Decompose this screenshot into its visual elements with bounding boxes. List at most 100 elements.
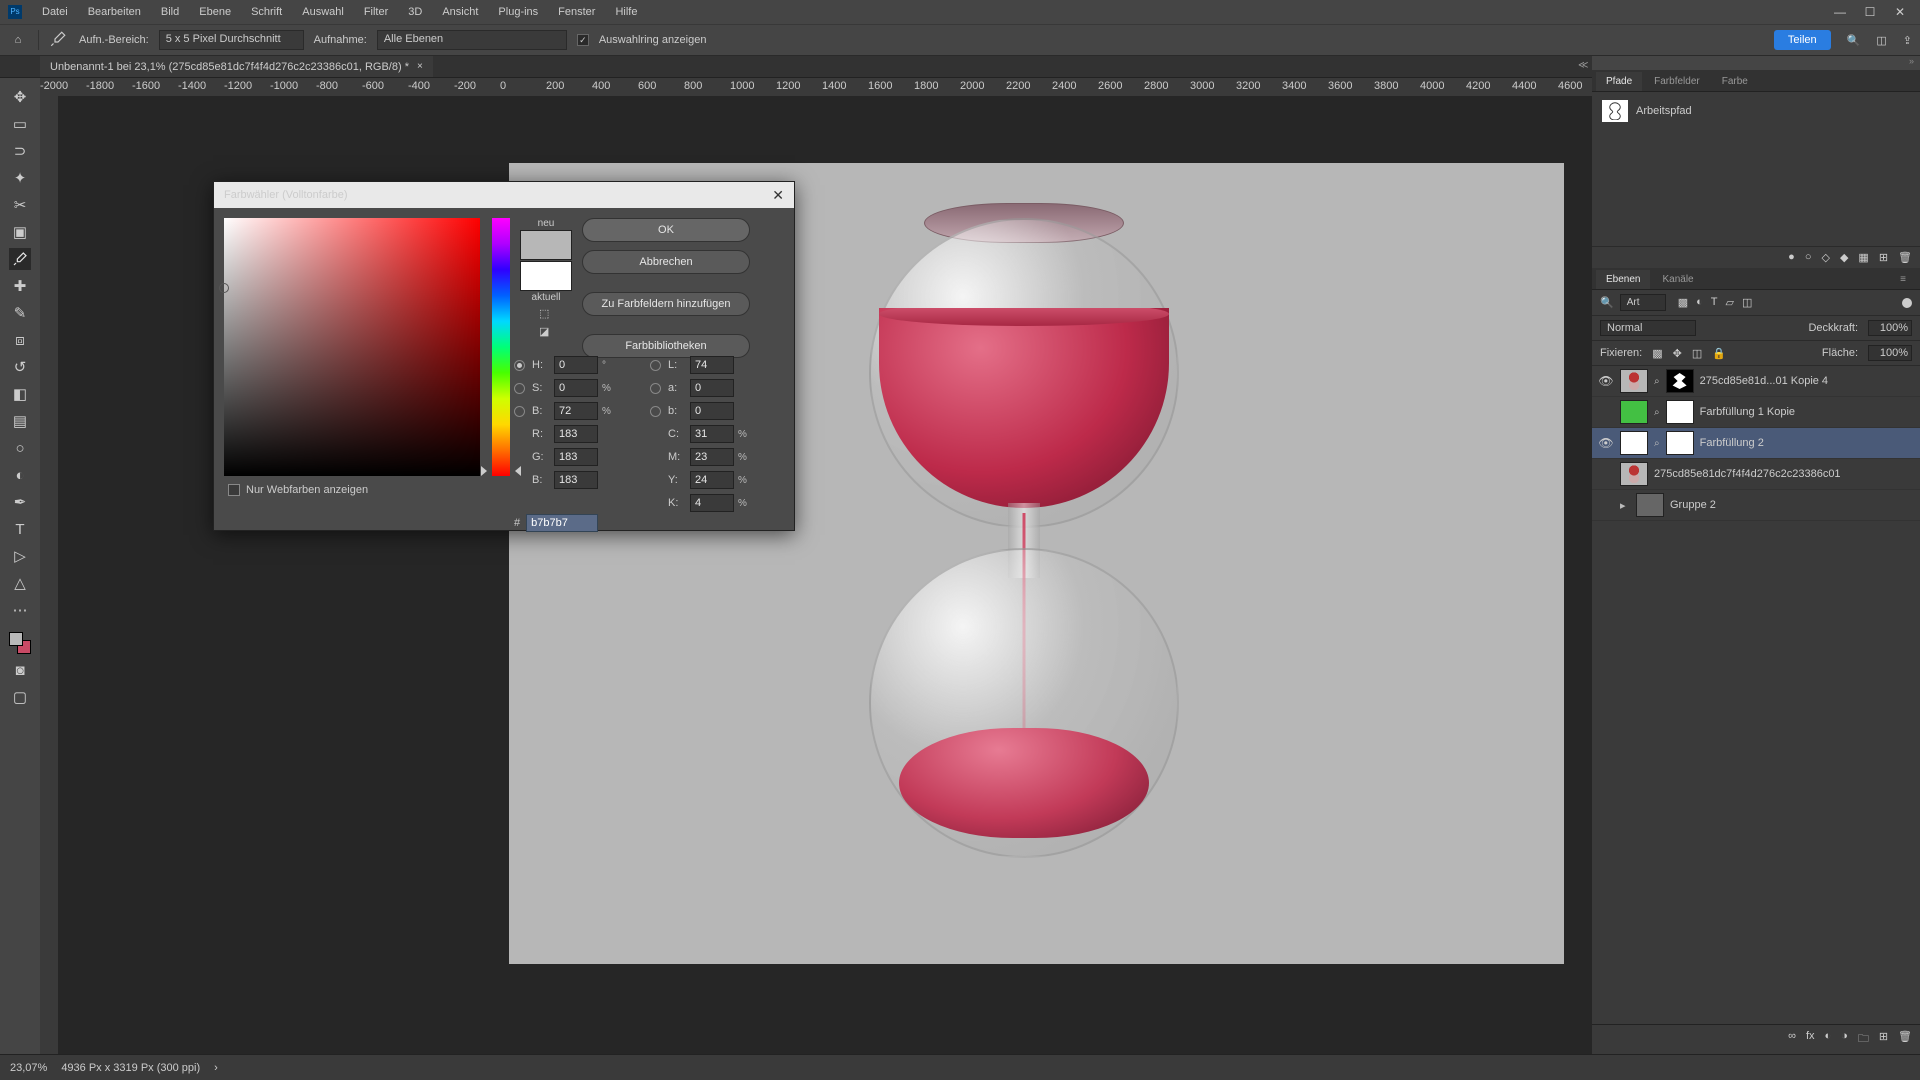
mask-icon[interactable]: ◐ — [1825, 1030, 1832, 1049]
home-icon[interactable]: ⌂ — [8, 30, 28, 50]
layer-name[interactable]: 275cd85e81dc7f4f4d276c2c23386c01 — [1654, 468, 1841, 480]
filter-search-icon[interactable]: 🔍 — [1600, 296, 1614, 309]
color-swatches[interactable] — [9, 632, 31, 654]
stroke-path-icon[interactable]: ○ — [1805, 251, 1812, 264]
quickmask-icon[interactable]: ◙ — [9, 659, 31, 681]
mask-path-icon[interactable]: ◆ — [1840, 251, 1848, 264]
bc-input[interactable] — [554, 471, 598, 489]
current-color-swatch[interactable] — [520, 261, 572, 291]
shape-tool-icon[interactable]: △ — [9, 572, 31, 594]
mask-thumb[interactable] — [1666, 400, 1694, 424]
blend-mode-select[interactable]: Normal — [1600, 320, 1696, 336]
bv-input[interactable] — [554, 402, 598, 420]
radio-l[interactable] — [650, 360, 661, 371]
filter-toggle[interactable] — [1902, 298, 1912, 308]
visibility-icon[interactable]: 👁 — [1598, 436, 1614, 450]
radio-a[interactable] — [650, 383, 661, 394]
layer-row[interactable]: ▸ Gruppe 2 — [1592, 490, 1920, 521]
move-tool-icon[interactable]: ✥ — [9, 86, 31, 108]
l-input[interactable] — [690, 356, 734, 374]
more-tools-icon[interactable]: ⋯ — [9, 599, 31, 621]
hex-input[interactable] — [526, 514, 598, 532]
fill-path-icon[interactable]: ● — [1788, 251, 1795, 264]
doc-info-arrow-icon[interactable]: › — [214, 1062, 218, 1074]
menu-item[interactable]: 3D — [400, 4, 430, 20]
pen-tool-icon[interactable]: ✒ — [9, 491, 31, 513]
gradient-tool-icon[interactable]: ▤ — [9, 410, 31, 432]
m-input[interactable] — [690, 448, 734, 466]
layer-name[interactable]: 275cd85e81d...01 Kopie 4 — [1700, 375, 1828, 387]
r-input[interactable] — [554, 425, 598, 443]
tab-swatches[interactable]: Farbfelder — [1644, 72, 1710, 91]
lock-pixels-icon[interactable]: ▩ — [1652, 347, 1662, 360]
ok-button[interactable]: OK — [582, 218, 750, 242]
cancel-button[interactable]: Abbrechen — [582, 250, 750, 274]
dialog-titlebar[interactable]: Farbwähler (Volltonfarbe) ✕ — [214, 182, 794, 208]
close-tab-icon[interactable]: × — [417, 61, 423, 72]
filter-pixel-icon[interactable]: ▩ — [1678, 296, 1688, 309]
mask-thumb[interactable] — [1666, 369, 1694, 393]
show-ring-checkbox[interactable]: ✓ — [577, 34, 589, 46]
eyedropper-tool-icon[interactable] — [9, 248, 31, 270]
collapse-panels-icon[interactable]: ≪ — [1578, 60, 1590, 72]
selection-path-icon[interactable]: ◇ — [1821, 251, 1829, 264]
link-icon[interactable]: ⌕ — [1654, 376, 1660, 387]
adjustment-icon[interactable]: ◑ — [1841, 1030, 1848, 1049]
layer-name[interactable]: Gruppe 2 — [1670, 499, 1716, 511]
delete-layer-icon[interactable]: 🗑 — [1898, 1030, 1912, 1049]
filter-type-icon[interactable]: T — [1711, 296, 1718, 309]
crop-tool-icon[interactable]: ✂ — [9, 194, 31, 216]
search-icon[interactable]: 🔍 — [1847, 34, 1861, 47]
window-close-icon[interactable]: ✕ — [1894, 6, 1906, 18]
color-libs-button[interactable]: Farbbibliotheken — [582, 334, 750, 358]
collapse-icon[interactable]: » — [1592, 56, 1920, 70]
delete-path-icon[interactable]: 🗑 — [1898, 251, 1912, 264]
new-path-icon[interactable]: ▦ — [1858, 251, 1868, 264]
h-input[interactable] — [554, 356, 598, 374]
frame-tool-icon[interactable]: ▣ — [9, 221, 31, 243]
lock-all-icon[interactable]: 🔒 — [1712, 347, 1726, 360]
s-input[interactable] — [554, 379, 598, 397]
foreground-color[interactable] — [9, 632, 23, 646]
gamut-warning-icon[interactable]: ⬚ — [539, 307, 553, 321]
visibility-icon[interactable]: 👁 — [1598, 374, 1614, 388]
radio-h[interactable] — [514, 360, 525, 371]
eyedropper-icon[interactable] — [49, 30, 69, 50]
opacity-input[interactable]: 100% — [1868, 320, 1912, 336]
zoom-level[interactable]: 23,07% — [10, 1062, 47, 1074]
history-brush-tool-icon[interactable]: ↺ — [9, 356, 31, 378]
panel-menu-icon[interactable]: ≡ — [1890, 270, 1916, 289]
sv-indicator[interactable] — [219, 283, 229, 293]
a-input[interactable] — [690, 379, 734, 397]
sample-layers-select[interactable]: Alle Ebenen — [377, 30, 567, 50]
link-icon[interactable]: ⌕ — [1654, 407, 1660, 418]
brush-tool-icon[interactable]: ✎ — [9, 302, 31, 324]
layer-thumb[interactable] — [1620, 431, 1648, 455]
menu-item[interactable]: Filter — [356, 4, 396, 20]
layer-row[interactable]: 275cd85e81dc7f4f4d276c2c23386c01 — [1592, 459, 1920, 490]
group-arrow-icon[interactable]: ▸ — [1620, 499, 1630, 512]
c-input[interactable] — [690, 425, 734, 443]
tab-color[interactable]: Farbe — [1712, 72, 1758, 91]
filter-smart-icon[interactable]: ◫ — [1742, 296, 1752, 309]
arrange-icon[interactable]: ◫ — [1876, 34, 1886, 47]
path-select-tool-icon[interactable]: ▷ — [9, 545, 31, 567]
type-tool-icon[interactable]: T — [9, 518, 31, 540]
fx-icon[interactable]: fx — [1806, 1030, 1815, 1049]
doc-info[interactable]: 4936 Px x 3319 Px (300 ppi) — [61, 1062, 200, 1074]
heal-tool-icon[interactable]: ✚ — [9, 275, 31, 297]
tab-layers[interactable]: Ebenen — [1596, 270, 1650, 289]
websafe-warning-icon[interactable]: ◪ — [539, 325, 553, 339]
group-icon[interactable]: 🗀 — [1858, 1030, 1869, 1049]
document-tab[interactable]: Unbenannt-1 bei 23,1% (275cd85e81dc7f4f4… — [40, 56, 433, 77]
menu-item[interactable]: Hilfe — [607, 4, 645, 20]
menu-item[interactable]: Ansicht — [434, 4, 486, 20]
layer-row[interactable]: 👁⌕Farbfüllung 2 — [1592, 428, 1920, 459]
web-only-checkbox[interactable] — [228, 484, 240, 496]
add-swatch-button[interactable]: Zu Farbfeldern hinzufügen — [582, 292, 750, 316]
filter-adjust-icon[interactable]: ◐ — [1696, 296, 1703, 309]
hue-pointer[interactable] — [487, 466, 515, 476]
dodge-tool-icon[interactable]: ◐ — [9, 464, 31, 486]
window-minimize-icon[interactable]: — — [1834, 6, 1846, 18]
menu-item[interactable]: Ebene — [191, 4, 239, 20]
